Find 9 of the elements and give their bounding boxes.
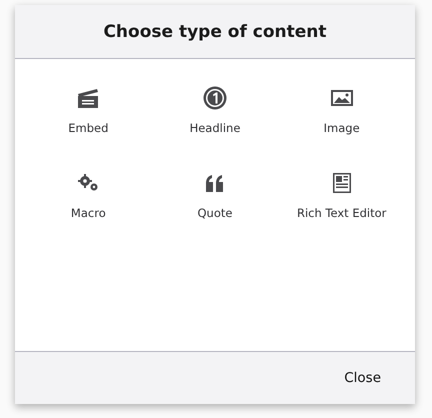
close-button[interactable]: Close xyxy=(334,364,391,392)
content-type-option[interactable]: Embed xyxy=(68,81,108,166)
content-type-option[interactable]: Headline xyxy=(190,81,240,166)
content-type-option[interactable]: Quote xyxy=(198,166,232,251)
content-type-option[interactable]: Image xyxy=(324,81,360,166)
content-type-option[interactable]: Macro xyxy=(70,166,106,251)
content-type-option[interactable]: Rich Text Editor xyxy=(296,166,386,251)
dialog-title: Choose type of content xyxy=(103,22,327,42)
number-one-icon xyxy=(202,85,228,111)
